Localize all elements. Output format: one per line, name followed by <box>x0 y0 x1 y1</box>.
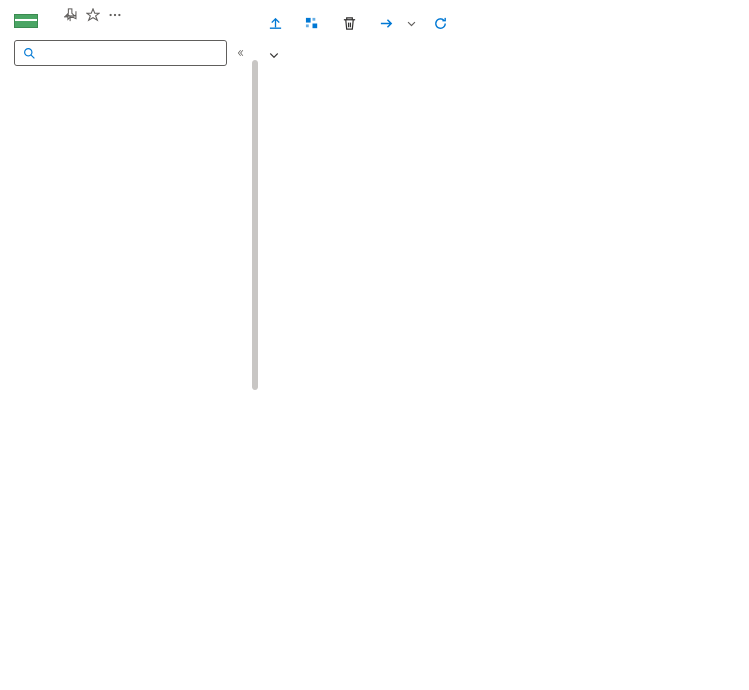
chevron-down-icon <box>406 18 417 29</box>
chevron-down-icon <box>268 49 280 61</box>
arrow-right-icon <box>379 16 394 31</box>
sidebar-scrollbar[interactable] <box>252 60 258 390</box>
storage-account-icon <box>14 14 38 28</box>
refresh-icon <box>433 16 448 31</box>
pin-icon[interactable] <box>64 8 78 22</box>
upload-button[interactable] <box>268 16 289 31</box>
sidebar-search[interactable] <box>14 40 227 66</box>
search-icon <box>23 47 36 60</box>
refresh-button[interactable] <box>433 16 454 31</box>
upload-icon <box>268 16 283 31</box>
collapse-sidebar-icon[interactable] <box>235 44 244 62</box>
delete-button[interactable] <box>342 16 363 31</box>
command-bar <box>258 0 749 39</box>
more-icon[interactable] <box>108 8 122 22</box>
favorite-star-icon[interactable] <box>86 8 100 22</box>
search-input[interactable] <box>42 46 218 61</box>
nav-group-security <box>0 88 258 102</box>
properties-panel <box>258 73 749 690</box>
resource-header <box>0 0 258 32</box>
nav-group-data-storage <box>0 74 258 88</box>
essentials-toggle[interactable] <box>258 39 749 71</box>
trash-icon <box>342 16 357 31</box>
sidebar <box>0 0 258 690</box>
main-content <box>258 0 749 690</box>
explorer-icon <box>305 16 320 31</box>
open-explorer-button[interactable] <box>305 16 326 31</box>
move-button[interactable] <box>379 16 417 31</box>
